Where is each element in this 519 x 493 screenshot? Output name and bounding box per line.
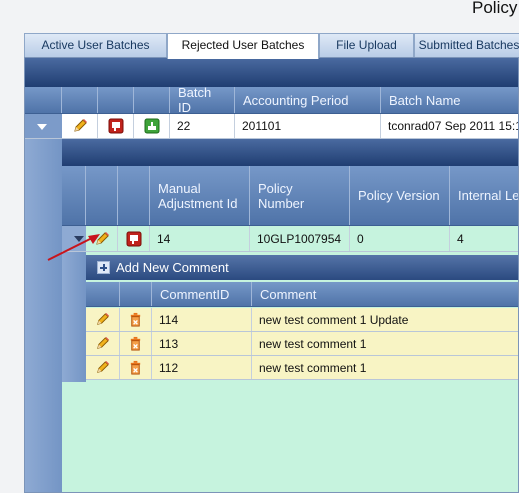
manual-adjustment-id-cell: 14	[150, 226, 250, 251]
policy-version-header[interactable]: Policy Version	[350, 166, 450, 225]
comment-indent-strip	[62, 252, 86, 382]
grid-group-bar	[25, 58, 518, 87]
comment-text-cell: new test comment 1	[252, 332, 518, 355]
add-comment-bar[interactable]: Add New Comment	[86, 255, 518, 280]
batch-row[interactable]: 22 201101 tconrad07 Sep 2011 15:19	[25, 114, 518, 139]
comment-id-cell: 114	[152, 308, 252, 331]
accounting-period-cell: 201101	[235, 114, 381, 138]
comment-id-header[interactable]: CommentID	[152, 282, 252, 306]
comment-row[interactable]: 112 new test comment 1	[86, 356, 518, 380]
comment-edit-cell	[86, 308, 120, 331]
comment-delete-header	[120, 282, 152, 306]
batch-id-header[interactable]: Batch ID	[170, 85, 235, 115]
delete-icon[interactable]	[108, 118, 124, 134]
comment-id-cell: 112	[152, 356, 252, 379]
delete-icon[interactable]	[126, 231, 142, 247]
tab-rejected-user-batches[interactable]: Rejected User Batches	[167, 33, 319, 59]
tab-submitted-batches[interactable]: Submitted Batches	[414, 33, 519, 58]
page-title: Policy	[472, 0, 518, 17]
manual-adjustment-id-header[interactable]: Manual Adjustment Id	[150, 166, 250, 225]
collapse-arrow-icon[interactable]	[37, 124, 47, 130]
approve-icon[interactable]	[144, 118, 160, 134]
comment-id-cell: 113	[152, 332, 252, 355]
delete-column-header	[98, 87, 134, 113]
tab-file-upload[interactable]: File Upload	[319, 33, 414, 58]
tab-active-user-batches[interactable]: Active User Batches	[24, 33, 167, 58]
batch-approve-cell	[134, 114, 170, 138]
policy-number-header[interactable]: Policy Number	[250, 166, 350, 225]
adjustment-grid-header: Manual Adjustment Id Policy Number Polic…	[62, 166, 518, 226]
comment-edit-header	[86, 282, 120, 306]
adj-expand-header	[62, 166, 86, 225]
comment-delete-cell	[120, 356, 152, 379]
batch-grid-header: Batch ID Accounting Period Batch Name	[25, 85, 518, 115]
edit-column-header	[62, 87, 98, 113]
adjustment-row[interactable]: 14 10GLP1007954 0 4	[62, 226, 518, 252]
internal-legal-entity-cell: 4	[450, 226, 518, 251]
comment-delete-cell	[120, 332, 152, 355]
batch-name-header[interactable]: Batch Name	[381, 87, 518, 113]
comment-row[interactable]: 113 new test comment 1	[86, 332, 518, 356]
batch-expand-cell	[25, 114, 62, 138]
comment-text-cell: new test comment 1 Update	[252, 308, 518, 331]
trash-icon[interactable]	[128, 336, 143, 351]
trash-icon[interactable]	[128, 312, 143, 327]
expand-column-header	[25, 87, 62, 113]
trash-icon[interactable]	[128, 360, 143, 375]
pencil-icon[interactable]	[95, 336, 110, 351]
detail-indent-strip	[25, 139, 62, 492]
rejected-batches-panel: Batch ID Accounting Period Batch Name 22…	[24, 57, 519, 493]
batch-id-cell: 22	[170, 114, 235, 138]
batch-edit-cell	[62, 114, 98, 138]
add-new-comment-label[interactable]: Add New Comment	[116, 260, 229, 275]
comment-text-cell: new test comment 1	[252, 356, 518, 379]
comment-row[interactable]: 114 new test comment 1 Update	[86, 308, 518, 332]
adjustment-group-bar	[62, 139, 518, 166]
adj-delete-cell	[118, 226, 150, 251]
accounting-period-header[interactable]: Accounting Period	[235, 87, 381, 113]
adj-edit-header	[86, 166, 118, 225]
pencil-icon[interactable]	[72, 118, 88, 134]
internal-legal-entity-header[interactable]: Internal Legal Entity	[450, 166, 518, 225]
arrow-icon	[47, 234, 100, 261]
batch-name-cell: tconrad07 Sep 2011 15:19	[381, 114, 518, 138]
comment-edit-cell	[86, 356, 120, 379]
adj-delete-header	[118, 166, 150, 225]
batch-delete-cell	[98, 114, 134, 138]
policy-number-cell: 10GLP1007954	[250, 226, 350, 251]
pencil-icon[interactable]	[95, 312, 110, 327]
approve-column-header	[134, 87, 170, 113]
comment-delete-cell	[120, 308, 152, 331]
comment-edit-cell	[86, 332, 120, 355]
policy-version-cell: 0	[350, 226, 450, 251]
tab-strip: Active User Batches Rejected User Batche…	[24, 33, 519, 59]
comment-grid-header: CommentID Comment	[86, 282, 518, 307]
comment-text-header[interactable]: Comment	[252, 282, 518, 306]
pencil-icon[interactable]	[95, 360, 110, 375]
